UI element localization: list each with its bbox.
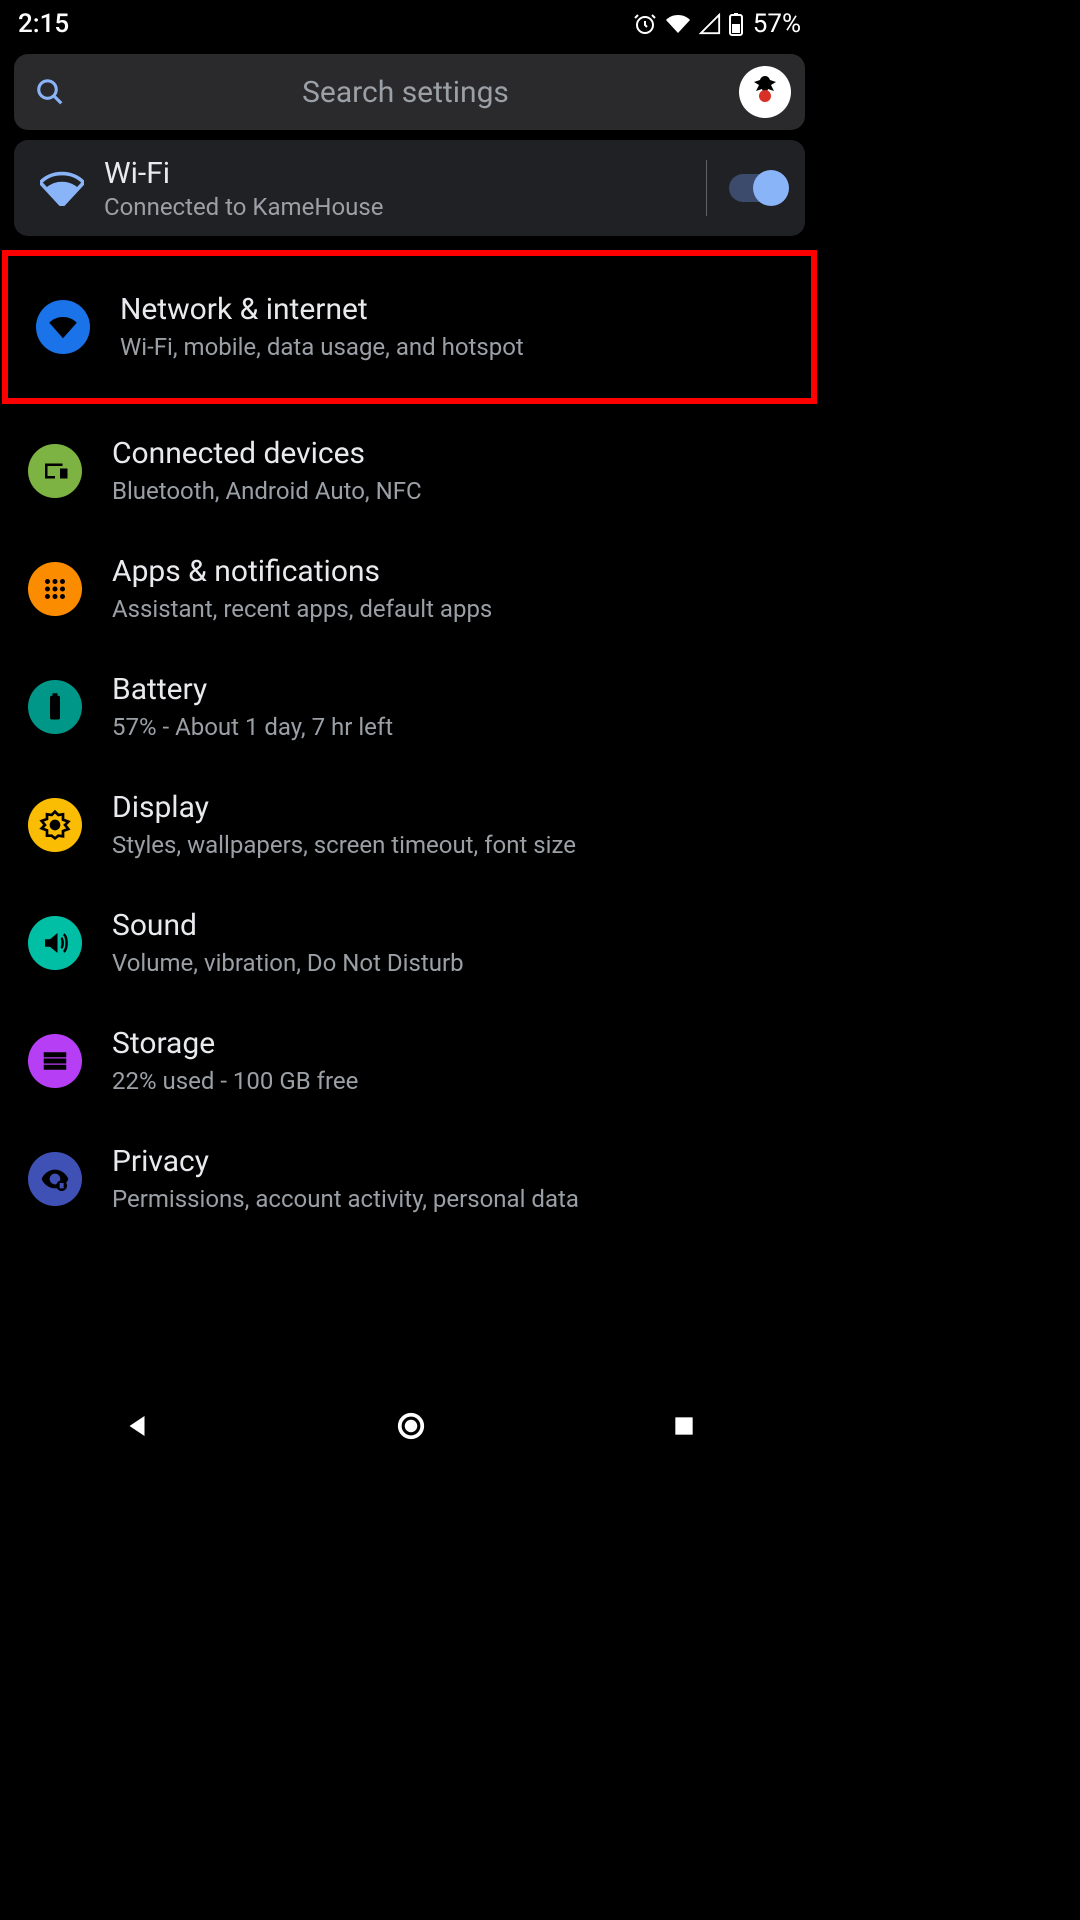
search-placeholder: Search settings [72,75,739,110]
settings-row-apps[interactable]: Apps & notifications Assistant, recent ap… [0,530,819,648]
divider [706,160,707,216]
nav-home-button[interactable] [396,1411,426,1441]
row-title: Display [112,790,801,826]
search-settings[interactable]: Search settings [14,54,805,130]
row-title: Sound [112,908,801,944]
wifi-icon [36,300,90,354]
wifi-toggle[interactable] [729,174,787,202]
row-texts: Display Styles, wallpapers, screen timeou… [112,790,801,860]
row-title: Connected devices [112,436,801,472]
row-title: Storage [112,1026,801,1062]
row-subtitle: Volume, vibration, Do Not Disturb [112,948,801,978]
nav-back-button[interactable] [122,1411,152,1441]
row-subtitle: Bluetooth, Android Auto, NFC [112,476,801,506]
battery-icon [729,12,743,36]
sound-icon [28,916,82,970]
row-texts: Battery 57% - About 1 day, 7 hr left [112,672,801,742]
row-texts: Storage 22% used - 100 GB free [112,1026,801,1096]
nav-bar [0,1396,819,1456]
battery-percent: 57% [753,9,801,39]
wifi-icon [40,170,104,206]
row-subtitle: Permissions, account activity, personal … [112,1184,801,1214]
battery-icon [28,680,82,734]
settings-list: Network & internet Wi-Fi, mobile, data us… [0,250,819,1238]
row-title: Network & internet [120,292,793,328]
brightness-icon [28,798,82,852]
row-texts: Network & internet Wi-Fi, mobile, data us… [120,292,793,362]
row-texts: Sound Volume, vibration, Do Not Disturb [112,908,801,978]
settings-row-storage[interactable]: Storage 22% used - 100 GB free [0,1002,819,1120]
cell-signal-icon [699,13,721,35]
settings-row-privacy[interactable]: Privacy Permissions, account activity, pe… [0,1120,819,1238]
row-subtitle: 22% used - 100 GB free [112,1066,801,1096]
settings-row-devices[interactable]: Connected devices Bluetooth, Android Auto… [0,412,819,530]
profile-avatar[interactable] [739,66,791,118]
storage-icon [28,1034,82,1088]
wifi-status-icon [665,12,691,36]
devices-icon [28,444,82,498]
wifi-card-texts: Wi-Fi Connected to KameHouse [104,156,698,221]
highlight-box: Network & internet Wi-Fi, mobile, data us… [2,250,817,404]
row-subtitle: Assistant, recent apps, default apps [112,594,801,624]
row-subtitle: 57% - About 1 day, 7 hr left [112,712,801,742]
settings-row-sound[interactable]: Sound Volume, vibration, Do Not Disturb [0,884,819,1002]
settings-row-network[interactable]: Network & internet Wi-Fi, mobile, data us… [8,268,811,386]
wifi-quick-card[interactable]: Wi-Fi Connected to KameHouse [14,140,805,236]
settings-row-display[interactable]: Display Styles, wallpapers, screen timeou… [0,766,819,884]
row-title: Battery [112,672,801,708]
row-texts: Apps & notifications Assistant, recent ap… [112,554,801,624]
toggle-thumb [753,170,789,206]
nav-recents-button[interactable] [671,1413,697,1439]
status-right: 57% [633,9,801,39]
status-time: 2:15 [18,9,69,39]
privacy-icon [28,1152,82,1206]
status-bar: 2:15 57% [0,0,819,44]
row-title: Apps & notifications [112,554,801,590]
row-title: Privacy [112,1144,801,1180]
row-texts: Connected devices Bluetooth, Android Auto… [112,436,801,506]
search-icon [28,77,72,107]
alarm-icon [633,12,657,36]
row-texts: Privacy Permissions, account activity, pe… [112,1144,801,1214]
wifi-card-title: Wi-Fi [104,156,698,191]
settings-row-battery[interactable]: Battery 57% - About 1 day, 7 hr left [0,648,819,766]
wifi-card-subtitle: Connected to KameHouse [104,193,698,221]
row-subtitle: Wi-Fi, mobile, data usage, and hotspot [120,332,793,362]
apps-icon [28,562,82,616]
row-subtitle: Styles, wallpapers, screen timeout, font… [112,830,801,860]
